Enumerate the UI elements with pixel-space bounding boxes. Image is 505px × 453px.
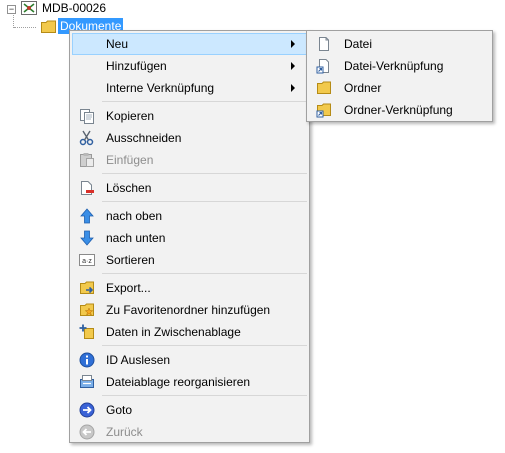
tree-connector-line	[14, 27, 36, 28]
menu-separator	[102, 273, 307, 274]
copy-icon	[80, 109, 94, 124]
menu-item-sortieren[interactable]: a·z Sortieren	[72, 249, 307, 271]
menu-item-hinzufuegen[interactable]: Hinzufügen	[72, 55, 307, 77]
submenu-arrow-icon	[291, 40, 295, 48]
sort-az-icon: a·z	[79, 254, 95, 266]
arrow-up-icon	[80, 208, 94, 224]
menu-item-label: Hinzufügen	[106, 59, 167, 73]
menu-item-label: Datei-Verknüpfung	[344, 59, 444, 73]
menu-item-goto[interactable]: Goto	[72, 399, 307, 421]
submenu-item-ordner-verknuepfung[interactable]: Ordner-Verknüpfung	[309, 99, 490, 121]
context-menu: Neu Hinzufügen Interne Verknüpfung Kopie…	[69, 30, 310, 443]
menu-item-label: Interne Verknüpfung	[106, 81, 215, 95]
menu-item-label: Zu Favoritenordner hinzufügen	[106, 303, 271, 317]
menu-item-label: nach oben	[106, 209, 163, 223]
menu-item-export[interactable]: Export...	[72, 277, 307, 299]
menu-item-label: Zurück	[106, 425, 143, 439]
menu-item-zu-favoriten[interactable]: Zu Favoritenordner hinzufügen	[72, 299, 307, 321]
paste-icon	[80, 153, 94, 167]
menu-separator	[102, 345, 307, 346]
menu-item-label: Goto	[106, 403, 133, 417]
menu-item-loeschen[interactable]: Löschen	[72, 177, 307, 199]
menu-item-label: Datei	[344, 37, 373, 51]
arrow-down-icon	[80, 230, 94, 246]
menu-item-label: Ordner	[344, 81, 382, 95]
menu-separator	[102, 395, 307, 396]
submenu-item-ordner[interactable]: Ordner	[309, 77, 490, 99]
favorite-folder-icon	[80, 303, 94, 316]
menu-item-zurueck[interactable]: Zurück	[72, 421, 307, 443]
folder-icon	[317, 81, 331, 94]
menu-item-neu[interactable]: Neu	[72, 33, 307, 55]
menu-separator	[102, 173, 307, 174]
file-icon	[319, 37, 329, 51]
menu-item-label: Dateiablage reorganisieren	[106, 375, 251, 389]
file-shortcut-icon	[316, 59, 329, 74]
menu-item-label: Sortieren	[106, 253, 155, 267]
menu-item-einfuegen[interactable]: Einfügen	[72, 149, 307, 171]
menu-item-label: nach unten	[106, 231, 166, 245]
menu-item-interne-verknuepfung[interactable]: Interne Verknüpfung	[72, 77, 307, 99]
delete-document-icon	[81, 181, 94, 195]
clipboard-add-icon	[79, 324, 94, 339]
menu-item-label: Export...	[106, 281, 151, 295]
submenu-item-datei[interactable]: Datei	[309, 33, 490, 55]
scissors-icon	[79, 130, 94, 146]
menu-item-ausschneiden[interactable]: Ausschneiden	[72, 127, 307, 149]
reorganize-icon	[80, 375, 94, 388]
menu-separator	[102, 201, 307, 202]
menu-item-daten-zwischenablage[interactable]: Daten in Zwischenablage	[72, 321, 307, 343]
database-node-icon	[21, 1, 37, 15]
back-arrow-icon	[79, 424, 95, 440]
goto-arrow-icon	[79, 402, 95, 418]
menu-item-nach-unten[interactable]: nach unten	[72, 227, 307, 249]
sort-az-icon-glyph: a·z	[82, 258, 92, 265]
menu-item-label: Neu	[106, 37, 129, 51]
submenu-arrow-icon	[291, 84, 295, 92]
menu-item-label: Kopieren	[106, 109, 155, 123]
menu-item-label: Ausschneiden	[106, 131, 182, 145]
menu-item-nach-oben[interactable]: nach oben	[72, 205, 307, 227]
folder-shortcut-icon	[316, 103, 331, 118]
collapse-toggle[interactable]: −	[7, 5, 16, 14]
menu-item-dateiablage-reorganisieren[interactable]: Dateiablage reorganisieren	[72, 371, 307, 393]
menu-item-id-auslesen[interactable]: ID Auslesen	[72, 349, 307, 371]
export-icon	[80, 281, 94, 294]
menu-item-kopieren[interactable]: Kopieren	[72, 105, 307, 127]
menu-item-label: Daten in Zwischenablage	[106, 325, 241, 339]
submenu-arrow-icon	[291, 62, 295, 70]
tree-node-root-label[interactable]: MDB-00026	[42, 1, 106, 15]
menu-item-label: ID Auslesen	[106, 353, 171, 367]
menu-separator	[102, 101, 307, 102]
folder-icon	[41, 20, 56, 33]
menu-item-label: Einfügen	[106, 153, 154, 167]
menu-item-label: Ordner-Verknüpfung	[344, 103, 453, 117]
submenu-neu: Datei Datei-Verknüpfung Ordner Ordner-Ve…	[306, 30, 493, 122]
info-icon	[79, 352, 95, 368]
menu-item-label: Löschen	[106, 181, 152, 195]
submenu-item-datei-verknuepfung[interactable]: Datei-Verknüpfung	[309, 55, 490, 77]
